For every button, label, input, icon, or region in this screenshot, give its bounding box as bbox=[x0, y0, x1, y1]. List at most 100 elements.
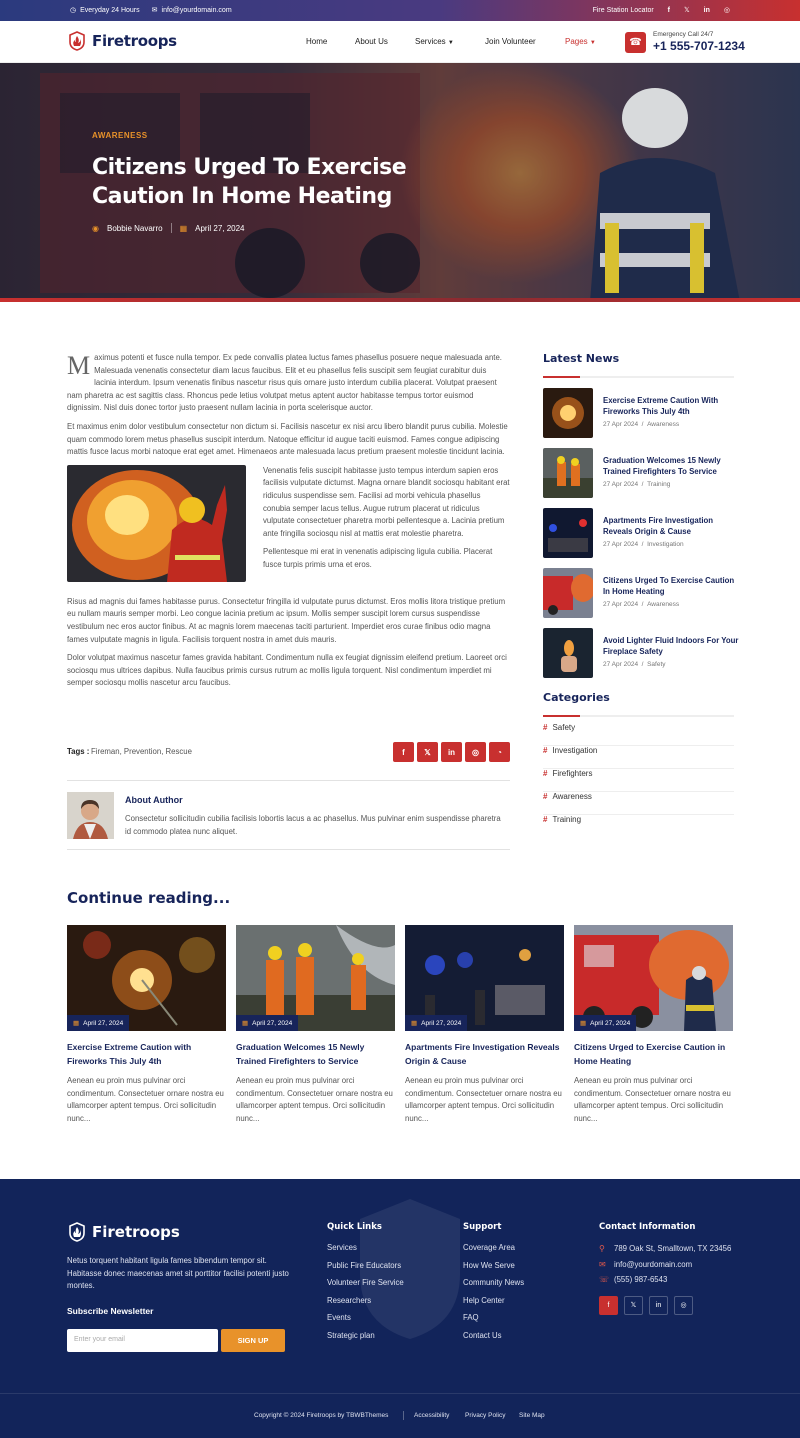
category-item[interactable]: # Training bbox=[543, 815, 734, 838]
copyright-text: Copyright © 2024 Firetroops by TBWBTheme… bbox=[254, 1412, 389, 1419]
author-box: About Author Consectetur sollicitudin cu… bbox=[67, 780, 510, 850]
nav-about[interactable]: About Us bbox=[355, 37, 388, 46]
site-map-link[interactable]: Site Map bbox=[519, 1412, 545, 1419]
newsletter-email-input[interactable]: Enter your email bbox=[67, 1329, 218, 1352]
contact-email[interactable]: ✉ info@yourdomain.com bbox=[599, 1259, 739, 1272]
email-link[interactable]: ✉ info@yourdomain.com bbox=[151, 6, 232, 15]
hours-info: ◷ Everyday 24 Hours bbox=[70, 6, 140, 15]
article-tags: Tags : Fireman, Prevention, Rescue f 𝕏 i… bbox=[67, 742, 510, 764]
category-item[interactable]: # Awareness bbox=[543, 792, 734, 815]
firefighter-flames-image bbox=[67, 464, 246, 582]
hero-banner: AWARENESS Citizens Urged To Exercise Cau… bbox=[0, 63, 800, 302]
article-figure: Venenatis felis suscipit habitasse justo… bbox=[67, 464, 510, 582]
nav-join-volunteer[interactable]: Join Volunteer bbox=[485, 37, 536, 46]
paragraph: Risus ad magnis dui fames habitasse puru… bbox=[67, 596, 506, 644]
paragraph: Pellentesque mi erat in venenatis adipis… bbox=[263, 547, 493, 569]
site-logo[interactable]: Firetroops bbox=[67, 31, 177, 51]
article-body: Maximus potenti et fusce nulla tempor. E… bbox=[67, 352, 510, 696]
share-linkedin-icon[interactable]: in bbox=[441, 742, 462, 762]
firetroops-logo-icon bbox=[69, 1222, 85, 1242]
facebook-icon[interactable]: f bbox=[599, 1295, 618, 1315]
instagram-icon[interactable]: ◎ bbox=[674, 1295, 693, 1315]
footer-link[interactable]: Community News bbox=[463, 1278, 524, 1296]
author-name[interactable]: Bobbie Navarro bbox=[107, 224, 163, 233]
support-column: Support Coverage Area How We Serve Commu… bbox=[463, 1222, 524, 1349]
fire-station-locator-link[interactable]: Fire Station Locator bbox=[593, 7, 654, 14]
accessibility-link[interactable]: Accessibility bbox=[414, 1412, 449, 1419]
card-excerpt: Aenean eu proin mus pulvinar orci condim… bbox=[574, 1076, 731, 1123]
mail-icon: ✉ bbox=[599, 1259, 606, 1269]
card-title[interactable]: Apartments Fire Investigation Reveals Or… bbox=[405, 1041, 564, 1068]
footer-link[interactable]: How We Serve bbox=[463, 1261, 524, 1279]
card-title[interactable]: Exercise Extreme Caution with Fireworks … bbox=[67, 1041, 226, 1068]
tags-list[interactable]: Fireman, Prevention, Rescue bbox=[91, 747, 192, 756]
related-post-card[interactable]: ▦ April 27, 2024 Citizens Urged to Exerci… bbox=[574, 925, 733, 1125]
author-bio: Consectetur sollicitudin cubilia facilis… bbox=[125, 814, 501, 836]
contact-phone[interactable]: ☏ (555) 987-6543 bbox=[599, 1274, 739, 1287]
sparkler-image bbox=[543, 388, 593, 438]
instagram-icon[interactable]: ◎ bbox=[724, 6, 730, 14]
footer-logo[interactable]: Firetroops bbox=[67, 1222, 180, 1242]
footer-link[interactable]: Services bbox=[327, 1243, 404, 1261]
x-icon[interactable]: 𝕏 bbox=[684, 6, 690, 14]
continue-reading-heading: Continue reading... bbox=[67, 889, 231, 907]
card-image: ▦ April 27, 2024 bbox=[236, 925, 395, 1031]
nav-pages[interactable]: Pages ▼ bbox=[565, 37, 596, 46]
linkedin-icon[interactable]: in bbox=[649, 1295, 668, 1315]
tags-label: Tags : bbox=[67, 747, 90, 756]
related-post-card[interactable]: ▦ April 27, 2024 Graduation Welcomes 15 N… bbox=[236, 925, 395, 1125]
site-footer: Firetroops Netus torquent habitant ligul… bbox=[0, 1179, 800, 1438]
share-facebook-icon[interactable]: f bbox=[393, 742, 414, 762]
signup-button[interactable]: SIGN UP bbox=[221, 1329, 285, 1352]
x-icon[interactable]: 𝕏 bbox=[624, 1295, 643, 1315]
category-item[interactable]: # Safety bbox=[543, 723, 734, 746]
footer-link[interactable]: Events bbox=[327, 1313, 404, 1331]
share-x-icon[interactable]: 𝕏 bbox=[417, 742, 438, 762]
footer-link[interactable]: Researchers bbox=[327, 1296, 404, 1314]
news-thumbnail bbox=[543, 568, 593, 618]
calendar-icon: ▦ bbox=[411, 1020, 418, 1027]
latest-news-item[interactable]: Apartments Fire Investigation Reveals Or… bbox=[543, 508, 743, 558]
latest-news-item[interactable]: Graduation Welcomes 15 Newly Trained Fir… bbox=[543, 448, 743, 498]
phone-icon: ☎ bbox=[625, 31, 646, 53]
share-instagram-icon[interactable]: ◎ bbox=[465, 742, 486, 762]
footer-link[interactable]: Help Center bbox=[463, 1296, 524, 1314]
category-item[interactable]: # Firefighters bbox=[543, 769, 734, 792]
privacy-policy-link[interactable]: Privacy Policy bbox=[465, 1412, 505, 1419]
related-post-card[interactable]: ▦ April 27, 2024 Apartments Fire Investig… bbox=[405, 925, 564, 1125]
nav-home[interactable]: Home bbox=[306, 37, 327, 46]
news-thumbnail bbox=[543, 448, 593, 498]
footer-link[interactable]: Coverage Area bbox=[463, 1243, 524, 1261]
card-title[interactable]: Citizens Urged to Exercise Caution in Ho… bbox=[574, 1041, 733, 1068]
footer-link[interactable]: Volunteer Fire Service bbox=[327, 1278, 404, 1296]
latest-news-heading: Latest News bbox=[543, 352, 620, 365]
footer-link[interactable]: Public Fire Educators bbox=[327, 1261, 404, 1279]
card-image: ▦ April 27, 2024 bbox=[67, 925, 226, 1031]
footer-link[interactable]: Strategic plan bbox=[327, 1331, 404, 1349]
hero-meta: ◉ Bobbie Navarro ▦ April 27, 2024 bbox=[92, 223, 245, 233]
categories-heading: Categories bbox=[543, 691, 610, 704]
paragraph: Dolor volutpat maximus nascetur fames gr… bbox=[67, 653, 507, 688]
mail-icon: ✉ bbox=[151, 7, 158, 14]
card-date-badge: ▦ April 27, 2024 bbox=[574, 1015, 637, 1031]
hero-category[interactable]: AWARENESS bbox=[92, 131, 148, 140]
nav-services[interactable]: Services ▼ bbox=[415, 37, 454, 46]
latest-news-item[interactable]: Avoid Lighter Fluid Indoors For Your Fir… bbox=[543, 628, 743, 678]
firetroops-logo-icon bbox=[69, 31, 85, 51]
facebook-icon[interactable]: f bbox=[668, 7, 670, 14]
card-image: ▦ April 27, 2024 bbox=[574, 925, 733, 1031]
emergency-call[interactable]: ☎ Emergency Call 24/7 +1 555-707-1234 bbox=[625, 31, 745, 53]
linkedin-icon[interactable]: in bbox=[704, 7, 710, 14]
firefighters-training-image bbox=[543, 448, 593, 498]
article-image bbox=[67, 464, 246, 582]
related-post-card[interactable]: ▦ April 27, 2024 Exercise Extreme Caution… bbox=[67, 925, 226, 1125]
footer-link[interactable]: FAQ bbox=[463, 1313, 524, 1331]
footer-link[interactable]: Contact Us bbox=[463, 1331, 524, 1349]
latest-news-item[interactable]: Citizens Urged To Exercise Caution In Ho… bbox=[543, 568, 743, 618]
card-title[interactable]: Graduation Welcomes 15 Newly Trained Fir… bbox=[236, 1041, 395, 1068]
latest-news-item[interactable]: Exercise Extreme Caution With Fireworks … bbox=[543, 388, 743, 438]
share-rss-icon[interactable]: ◔ bbox=[489, 742, 510, 762]
hash-icon: # bbox=[543, 769, 548, 778]
hash-icon: # bbox=[543, 723, 548, 732]
category-item[interactable]: # Investigation bbox=[543, 746, 734, 769]
